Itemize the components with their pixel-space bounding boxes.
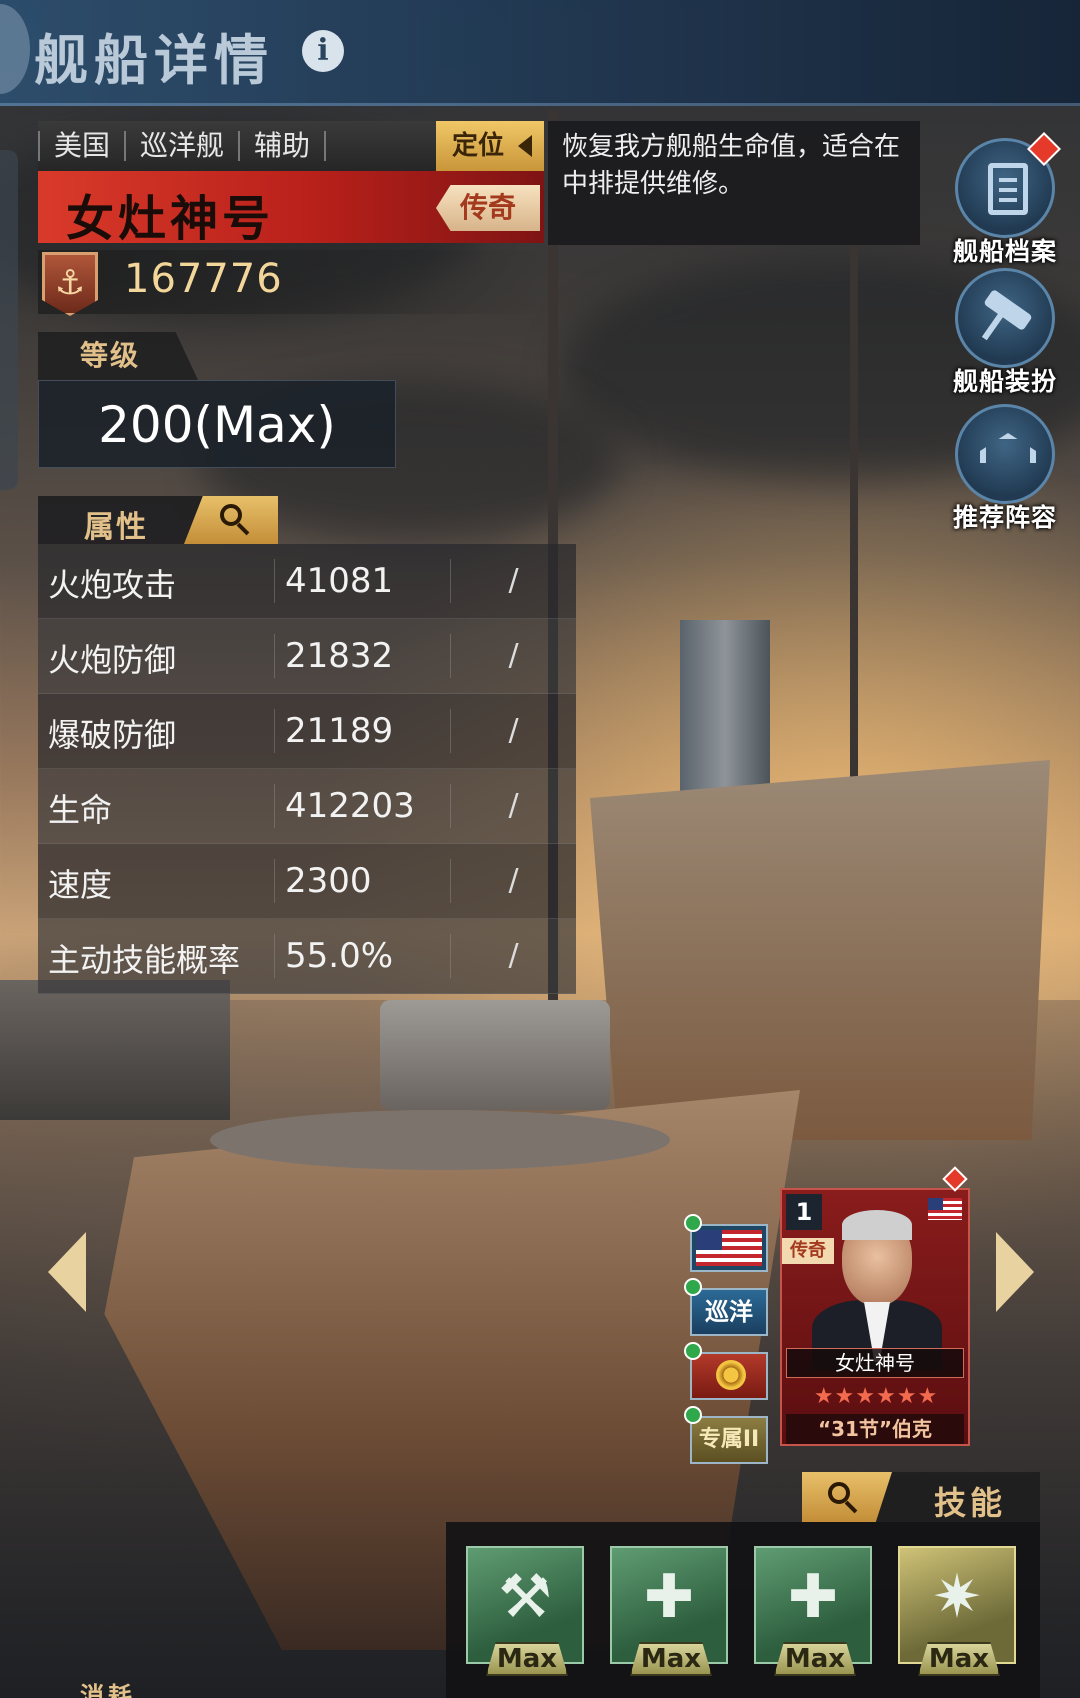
attribute-row: 火炮攻击 41081 / xyxy=(38,544,576,619)
recommended-lineup-button[interactable]: 推荐阵容 xyxy=(940,404,1070,534)
attribute-name: 火炮攻击 xyxy=(48,566,177,604)
wrench-screwdriver-icon: ⚒ xyxy=(498,1562,552,1632)
attribute-bonus: / xyxy=(450,859,576,903)
attribute-value: 21189 xyxy=(274,709,393,753)
skill-slot[interactable]: ⚒ Max xyxy=(466,1546,584,1676)
role-tag: 辅助 xyxy=(238,131,327,161)
attribute-bonus: / xyxy=(450,784,576,828)
skill-level: Max xyxy=(918,1642,1000,1676)
check-icon xyxy=(684,1214,702,1232)
check-icon xyxy=(684,1278,702,1296)
magnifier-icon xyxy=(220,504,242,526)
next-ship-button[interactable] xyxy=(990,1222,1040,1322)
attribute-bonus: / xyxy=(450,934,576,978)
consume-section-label: 消耗 xyxy=(80,1682,136,1698)
attribute-bonus: / xyxy=(450,634,576,678)
ship-archive-button[interactable]: 舰船档案 xyxy=(940,132,1070,268)
attribute-name: 速度 xyxy=(48,866,113,904)
attributes-table: 火炮攻击 41081 / 火炮防御 21832 / 爆破防御 21189 / 生… xyxy=(38,544,576,994)
rarity-badge: 传奇 xyxy=(436,185,540,231)
top-bar: 舰船详情 i xyxy=(0,0,1080,106)
repair-ship-icon: ✚ xyxy=(643,1562,695,1632)
commander-trait-icons: 巡洋 专属II xyxy=(684,1214,770,1480)
attribute-name: 爆破防御 xyxy=(48,716,177,754)
skills-detail-button[interactable] xyxy=(802,1472,892,1522)
commander-name: “31节”伯克 xyxy=(786,1414,964,1444)
type-tag: 巡洋舰 xyxy=(124,131,238,161)
skill-level: Max xyxy=(774,1642,856,1676)
ship-name-bar: 女灶神号 传奇 xyxy=(38,171,544,247)
cruise-badge-label: 巡洋 xyxy=(705,1298,753,1326)
attribute-value: 2300 xyxy=(274,859,372,903)
commander-stars: ★★★★★★ xyxy=(813,1384,939,1409)
attributes-detail-button[interactable] xyxy=(184,496,278,544)
chevron-right-icon xyxy=(996,1232,1034,1312)
anchor-icon: ⚓ xyxy=(42,252,98,316)
skill-level: Max xyxy=(486,1642,568,1676)
attribute-name: 主动技能概率 xyxy=(48,941,241,979)
commander-portrait xyxy=(812,1210,942,1370)
attribute-row: 速度 2300 / xyxy=(38,844,576,919)
chevron-rank-icon xyxy=(955,404,1055,504)
ship-name: 女灶神号 xyxy=(66,191,275,247)
skill-slot[interactable]: ✚ Max xyxy=(610,1546,728,1676)
nation-tag: 美国 xyxy=(38,131,124,161)
attribute-name: 生命 xyxy=(48,791,113,829)
skill-slot[interactable]: ✷ Max xyxy=(898,1546,1016,1676)
alert-dot-icon xyxy=(1027,132,1061,166)
attribute-bonus: / xyxy=(450,559,576,603)
back-edge[interactable] xyxy=(0,4,30,94)
burst-percent-icon: ✷ xyxy=(931,1562,983,1632)
level-value: 200(Max) xyxy=(38,380,396,468)
attribute-row: 生命 412203 / xyxy=(38,769,576,844)
commander-ship-name: 女灶神号 xyxy=(786,1348,964,1378)
ship-skin-button[interactable]: 舰船装扮 xyxy=(940,268,1070,398)
skills-header: 技能 xyxy=(802,1472,1040,1522)
commander-card[interactable]: 1 传奇 女灶神号 ★★★★★★ “31节”伯克 xyxy=(780,1166,970,1446)
previous-ship-button[interactable] xyxy=(44,1222,94,1322)
commander-rarity: 传奇 xyxy=(782,1238,834,1264)
skill-level: Max xyxy=(630,1642,712,1676)
us-flag-icon xyxy=(928,1198,962,1220)
arrow-left-icon xyxy=(518,135,532,157)
page-title: 舰船详情 xyxy=(34,29,274,92)
check-icon xyxy=(684,1406,702,1424)
attribute-name: 火炮防御 xyxy=(48,641,177,679)
magnifier-icon xyxy=(828,1482,850,1504)
role-label: 定位 xyxy=(452,131,505,161)
chevron-left-icon xyxy=(48,1232,86,1312)
left-drawer-tab[interactable] xyxy=(0,150,18,490)
info-icon[interactable]: i xyxy=(302,30,344,72)
power-value: 167776 xyxy=(124,256,283,302)
check-icon xyxy=(684,1342,702,1360)
role-toggle-button[interactable]: 定位 xyxy=(436,121,544,171)
attribute-value: 412203 xyxy=(274,784,415,828)
cruise-badge[interactable]: 巡洋 xyxy=(684,1278,768,1336)
attribute-row: 爆破防御 21189 / xyxy=(38,694,576,769)
repair-wave-icon: ✚ xyxy=(787,1562,839,1632)
attribute-value: 41081 xyxy=(274,559,393,603)
attribute-bonus: / xyxy=(450,709,576,753)
attribute-row: 火炮防御 21832 / xyxy=(38,619,576,694)
attribute-value: 55.0% xyxy=(274,934,393,978)
attribute-value: 21832 xyxy=(274,634,393,678)
attributes-title: 属性 xyxy=(84,510,148,545)
medal-icon[interactable] xyxy=(684,1342,768,1400)
role-description: 恢复我方舰船生命值，适合在中排提供维修。 xyxy=(548,121,920,245)
clipboard-icon xyxy=(955,132,1061,238)
paint-roller-icon xyxy=(955,268,1055,368)
us-flag-icon[interactable] xyxy=(684,1214,768,1272)
level-label: 等级 xyxy=(38,332,198,380)
skills-panel: ⚒ Max ✚ Max ✚ Max ✷ Max xyxy=(446,1522,1040,1698)
exclusive-badge[interactable]: 专属II xyxy=(684,1406,768,1464)
exclusive-badge-label: 专属II xyxy=(698,1427,760,1452)
skills-title: 技能 xyxy=(934,1484,1007,1522)
commander-slot-number: 1 xyxy=(786,1194,822,1230)
attributes-header: 属性 xyxy=(38,496,278,545)
attribute-row: 主动技能概率 55.0% / xyxy=(38,919,576,994)
combat-power: ⚓ 167776 xyxy=(38,250,544,316)
skill-slot[interactable]: ✚ Max xyxy=(754,1546,872,1676)
